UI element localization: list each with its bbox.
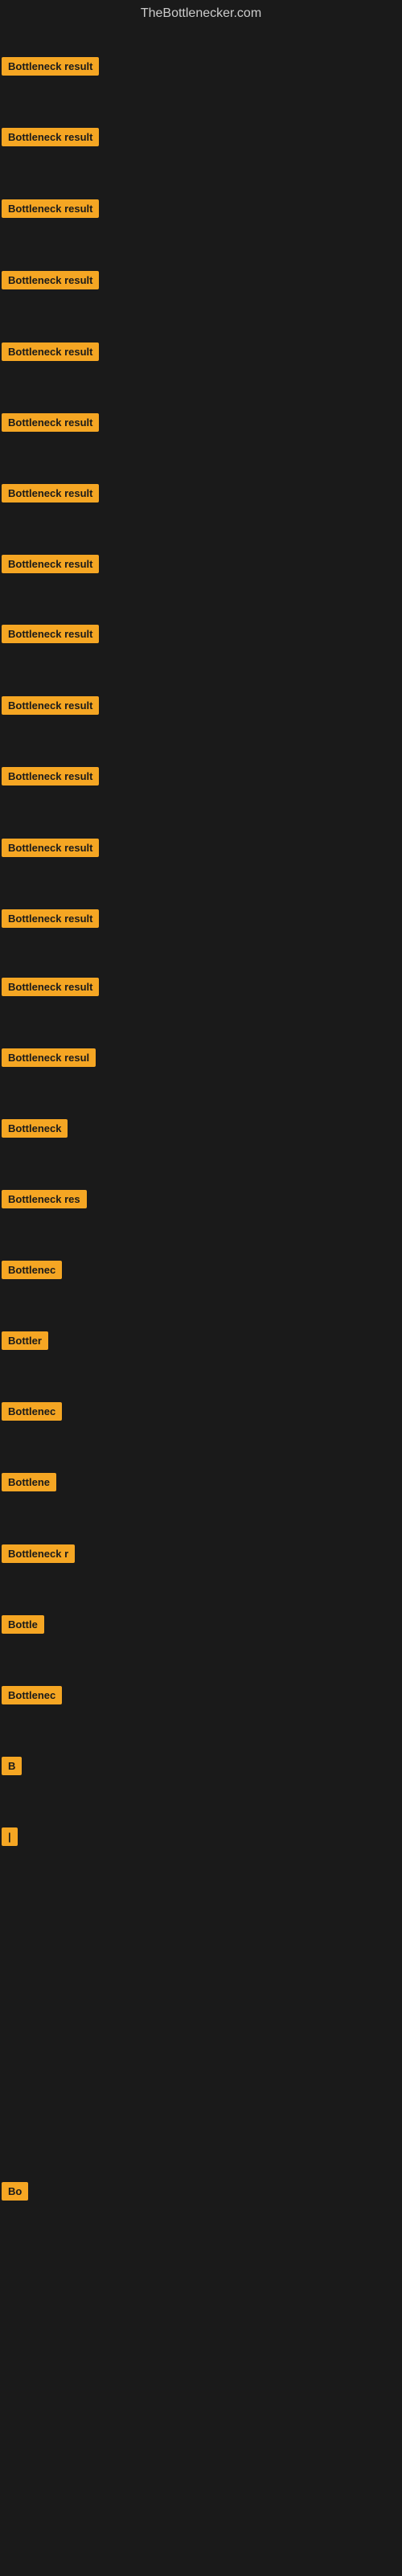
bottleneck-badge[interactable]: Bottleneck result xyxy=(2,343,99,361)
bottleneck-badge[interactable]: Bottleneck result xyxy=(2,909,99,928)
bottleneck-badge[interactable]: Bottleneck result xyxy=(2,271,99,289)
bottleneck-badge[interactable]: Bottleneck resul xyxy=(2,1048,96,1067)
bottleneck-badge-row: Bottleneck result xyxy=(2,909,99,932)
bottleneck-badge-row: Bottleneck resul xyxy=(2,1048,96,1071)
bottleneck-badge-row: Bottleneck result xyxy=(2,767,99,790)
bottleneck-badge[interactable]: Bottlenec xyxy=(2,1261,62,1279)
results-container: Bottleneck result Bottleneck result Bottle… xyxy=(0,27,402,2576)
bottleneck-badge-row: Bottleneck result xyxy=(2,199,99,222)
bottleneck-badge-row: Bottleneck result xyxy=(2,57,99,80)
bottleneck-badge-row: Bottleneck result xyxy=(2,625,99,647)
bottleneck-badge[interactable]: Bottleneck res xyxy=(2,1190,87,1208)
bottleneck-badge-row: Bottleneck result xyxy=(2,555,99,577)
bottleneck-badge-row: Bottlenec xyxy=(2,1402,62,1425)
bottleneck-badge-row: Bottleneck result xyxy=(2,413,99,436)
bottleneck-badge-row: Bottle xyxy=(2,1615,44,1638)
bottleneck-badge[interactable]: Bo xyxy=(2,2182,28,2201)
bottleneck-badge[interactable]: Bottle xyxy=(2,1615,44,1634)
bottleneck-badge[interactable]: Bottleneck result xyxy=(2,128,99,146)
bottleneck-badge[interactable]: Bottleneck result xyxy=(2,555,99,573)
bottleneck-badge[interactable]: | xyxy=(2,1827,18,1846)
bottleneck-badge-row: Bottleneck result xyxy=(2,696,99,719)
bottleneck-badge[interactable]: Bottleneck result xyxy=(2,199,99,218)
bottleneck-badge[interactable]: Bottleneck r xyxy=(2,1544,75,1563)
bottleneck-badge-row: Bottlene xyxy=(2,1473,56,1495)
bottleneck-badge[interactable]: Bottleneck result xyxy=(2,57,99,76)
bottleneck-badge-row: Bottleneck result xyxy=(2,484,99,507)
bottleneck-badge-row: Bottleneck res xyxy=(2,1190,87,1212)
bottleneck-badge[interactable]: Bottleneck result xyxy=(2,767,99,786)
bottleneck-badge[interactable]: Bottleneck xyxy=(2,1119,68,1138)
bottleneck-badge[interactable]: Bottlenec xyxy=(2,1402,62,1421)
site-title: TheBottlenecker.com xyxy=(0,0,402,27)
bottleneck-badge[interactable]: Bottleneck result xyxy=(2,484,99,502)
bottleneck-badge-row: Bottlenec xyxy=(2,1261,62,1283)
bottleneck-badge-row: Bottleneck xyxy=(2,1119,68,1142)
bottleneck-badge-row: Bo xyxy=(2,2182,28,2205)
bottleneck-badge-row: Bottleneck r xyxy=(2,1544,75,1567)
bottleneck-badge-row: Bottleneck result xyxy=(2,343,99,365)
bottleneck-badge-row: Bottlenec xyxy=(2,1686,62,1708)
bottleneck-badge[interactable]: B xyxy=(2,1757,22,1775)
bottleneck-badge[interactable]: Bottler xyxy=(2,1331,48,1350)
bottleneck-badge-row: Bottleneck result xyxy=(2,271,99,293)
bottleneck-badge-row: Bottleneck result xyxy=(2,839,99,861)
bottleneck-badge-row: Bottleneck result xyxy=(2,128,99,150)
bottleneck-badge[interactable]: Bottleneck result xyxy=(2,413,99,432)
bottleneck-badge-row: Bottler xyxy=(2,1331,48,1354)
bottleneck-badge[interactable]: Bottleneck result xyxy=(2,839,99,857)
bottleneck-badge[interactable]: Bottlenec xyxy=(2,1686,62,1704)
bottleneck-badge-row: Bottleneck result xyxy=(2,978,99,1000)
bottleneck-badge[interactable]: Bottlene xyxy=(2,1473,56,1491)
bottleneck-badge[interactable]: Bottleneck result xyxy=(2,696,99,715)
bottleneck-badge[interactable]: Bottleneck result xyxy=(2,625,99,643)
bottleneck-badge-row: | xyxy=(2,1827,18,1850)
site-title-container: TheBottlenecker.com xyxy=(0,0,402,27)
bottleneck-badge-row: B xyxy=(2,1757,22,1779)
bottleneck-badge[interactable]: Bottleneck result xyxy=(2,978,99,996)
